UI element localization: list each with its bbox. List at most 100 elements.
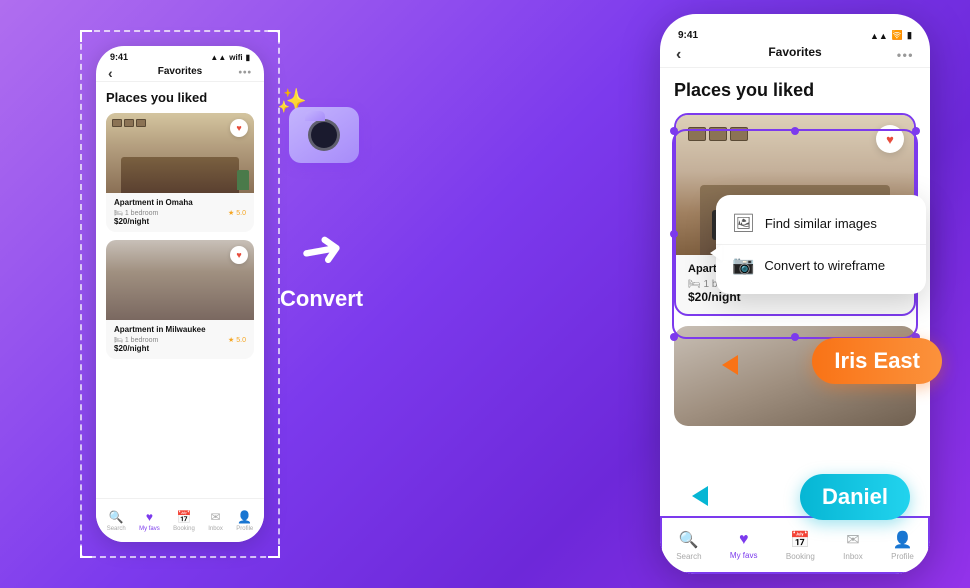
- left-card-1-meta: 🛏 1 bedroom ★ 5.0: [114, 209, 246, 217]
- right-frame-3: [730, 127, 748, 141]
- corner-tr: [268, 30, 280, 42]
- right-nav-profile[interactable]: 👤 Profile: [891, 530, 914, 561]
- iris-badge-label: Iris East: [834, 348, 920, 373]
- left-nav-inbox-label: Inbox: [208, 526, 223, 532]
- context-menu-item-wireframe[interactable]: 📷 Convert to wireframe: [716, 245, 926, 286]
- left-card-1-beds: 🛏 1 bedroom: [114, 209, 158, 217]
- camera-body: [289, 107, 359, 163]
- left-phone-wrapper: 9:41 ▲▲ wifi ▮ ‹ Favorites ••• Places yo…: [80, 30, 280, 558]
- similar-images-icon: 🖼: [732, 213, 755, 234]
- right-nav-inbox-label: Inbox: [843, 552, 863, 561]
- wifi-icon: wifi: [229, 53, 242, 62]
- left-nav-favs[interactable]: ♥ My favs: [139, 510, 160, 532]
- left-more-button[interactable]: •••: [238, 67, 252, 78]
- corner-bl: [80, 546, 92, 558]
- right-card-1-heart[interactable]: ♥: [876, 125, 904, 153]
- left-card-2[interactable]: ♥ Apartment in Milwaukee 🛏 1 bedroom ★ 5…: [106, 240, 254, 359]
- left-phone-content: Places you liked ♥ Apartment in: [96, 82, 264, 375]
- wall-frames: [112, 119, 146, 127]
- right-nav-booking[interactable]: 📅 Booking: [786, 530, 815, 561]
- left-card-2-price: $20/night: [114, 344, 246, 353]
- corner-tl: [80, 30, 92, 42]
- right-heart-nav-icon: ♥: [739, 531, 749, 549]
- right-frame-1: [688, 127, 706, 141]
- camera-bump: [305, 111, 325, 121]
- left-back-button[interactable]: ‹: [108, 65, 113, 81]
- camera-icon-container: ✨: [285, 95, 365, 175]
- left-header-title: Favorites: [158, 66, 202, 77]
- iris-badge: Iris East: [812, 338, 942, 384]
- right-section-title: Places you liked: [674, 80, 916, 101]
- right-nav-search[interactable]: 🔍 Search: [676, 530, 701, 561]
- left-phone-mockup: 9:41 ▲▲ wifi ▮ ‹ Favorites ••• Places yo…: [96, 46, 264, 542]
- convert-arrow: ➜: [295, 217, 348, 284]
- left-card-2-heart[interactable]: ♥: [230, 246, 248, 264]
- heart-nav-icon: ♥: [146, 510, 153, 524]
- right-nav-search-label: Search: [676, 552, 701, 561]
- left-section-title: Places you liked: [106, 90, 254, 105]
- frame-1: [112, 119, 122, 127]
- right-status-bar: 9:41 ▲▲ 🛜 ▮: [660, 22, 930, 43]
- right-more-button[interactable]: •••: [897, 48, 914, 62]
- daniel-badge: Daniel: [800, 474, 910, 520]
- left-nav-booking[interactable]: 📅 Booking: [173, 510, 195, 532]
- right-nav-favs-label: My favs: [730, 551, 758, 560]
- left-card-2-info: Apartment in Milwaukee 🛏 1 bedroom ★ 5.0…: [106, 320, 254, 359]
- booking-icon: 📅: [176, 510, 191, 524]
- right-booking-icon: 📅: [790, 530, 810, 550]
- context-menu-item-similar-label: Find similar images: [765, 216, 877, 231]
- left-bottom-nav: 🔍 Search ♥ My favs 📅 Booking ✉ Inbox 👤 P…: [96, 498, 264, 542]
- right-status-time: 9:41: [678, 30, 698, 41]
- right-nav-favs[interactable]: ♥ My favs: [730, 531, 758, 560]
- left-nav-inbox[interactable]: ✉ Inbox: [208, 510, 223, 532]
- left-card-2-title: Apartment in Milwaukee: [114, 325, 246, 334]
- left-status-icons: ▲▲ wifi ▮: [210, 53, 250, 62]
- left-card-1-info: Apartment in Omaha 🛏 1 bedroom ★ 5.0 $20…: [106, 193, 254, 232]
- left-nav-search[interactable]: 🔍 Search: [107, 510, 126, 532]
- left-card-1-rating: ★ 5.0: [228, 209, 246, 217]
- left-status-time: 9:41: [110, 52, 128, 62]
- left-card-1-image: ♥: [106, 113, 254, 193]
- right-search-icon: 🔍: [679, 530, 699, 550]
- left-nav-favs-label: My favs: [139, 526, 160, 532]
- daniel-badge-label: Daniel: [822, 484, 888, 509]
- plant: [237, 170, 249, 190]
- left-card-1[interactable]: ♥ Apartment in Omaha 🛏 1 bedroom ★ 5.0 $…: [106, 113, 254, 232]
- left-card-2-beds: 🛏 1 bedroom: [114, 336, 158, 344]
- right-frame-2: [709, 127, 727, 141]
- left-status-bar: 9:41 ▲▲ wifi ▮: [96, 46, 264, 64]
- left-nav-profile[interactable]: 👤 Profile: [236, 510, 253, 532]
- camera-lens: [308, 119, 340, 151]
- right-battery-icon: ▮: [907, 30, 912, 41]
- inbox-icon: ✉: [211, 510, 221, 524]
- convert-section: ➜ Convert: [280, 220, 363, 312]
- right-profile-icon: 👤: [892, 530, 912, 550]
- daniel-badge-arrow: [692, 486, 708, 506]
- context-menu-pointer: [710, 245, 722, 261]
- frame-3: [136, 119, 146, 127]
- left-card-1-title: Apartment in Omaha: [114, 198, 246, 207]
- left-card-2-meta: 🛏 1 bedroom ★ 5.0: [114, 336, 246, 344]
- context-menu-item-similar[interactable]: 🖼 Find similar images: [716, 203, 926, 245]
- context-menu: 🖼 Find similar images 📷 Convert to wiref…: [716, 195, 926, 294]
- left-card-1-price: $20/night: [114, 217, 246, 226]
- battery-icon: ▮: [246, 53, 250, 62]
- frame-2: [124, 119, 134, 127]
- left-nav-search-label: Search: [107, 526, 126, 532]
- right-status-icons: ▲▲ 🛜 ▮: [870, 30, 912, 41]
- right-back-button[interactable]: ‹: [676, 46, 681, 64]
- left-card-1-heart[interactable]: ♥: [230, 119, 248, 137]
- right-header-title: Favorites: [768, 45, 821, 59]
- right-bottom-nav: 🔍 Search ♥ My favs 📅 Booking ✉ Inbox 👤 P…: [660, 516, 930, 574]
- left-card-2-image: ♥: [106, 240, 254, 320]
- right-wall-frames: [688, 127, 748, 141]
- left-nav-profile-label: Profile: [236, 526, 253, 532]
- context-menu-item-wireframe-label: Convert to wireframe: [764, 258, 885, 273]
- wireframe-icon: 📷: [732, 255, 754, 276]
- right-nav-inbox[interactable]: ✉ Inbox: [843, 530, 863, 561]
- left-phone-header: ‹ Favorites •••: [96, 64, 264, 82]
- left-card-2-rating: ★ 5.0: [228, 336, 246, 344]
- corner-br: [268, 546, 280, 558]
- right-nav-profile-label: Profile: [891, 552, 914, 561]
- right-phone-header: ‹ Favorites •••: [660, 43, 930, 68]
